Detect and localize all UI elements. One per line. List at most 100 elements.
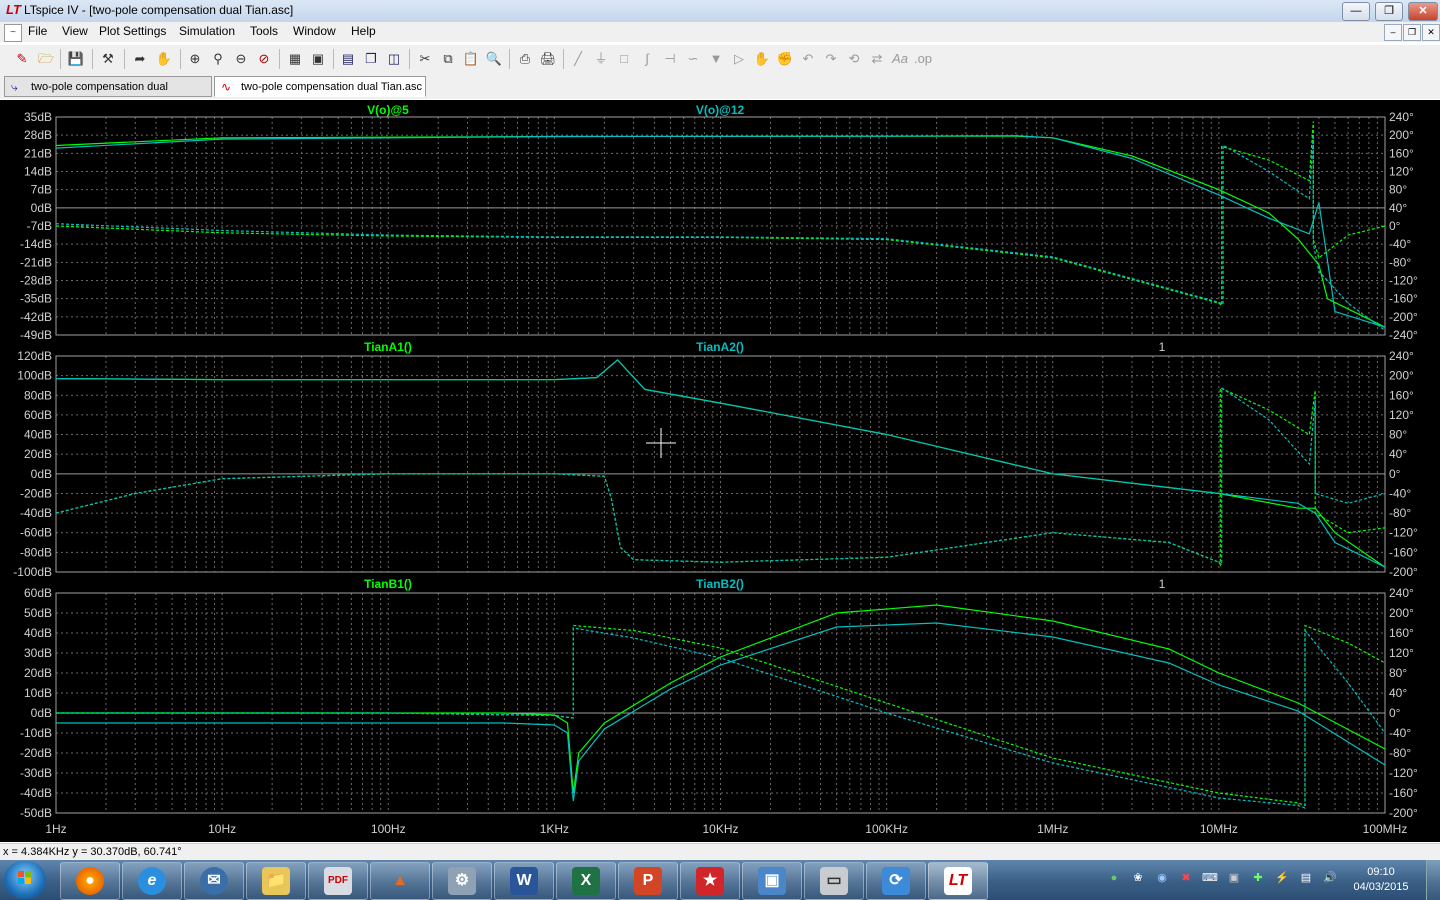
maximize-button[interactable]: ❐: [1375, 2, 1403, 21]
status-bar: x = 4.384KHz y = 30.370dB, 60.741°: [0, 843, 1440, 861]
y-tick-label-right: -80°: [1389, 746, 1411, 760]
control-panel-icon[interactable]: ⚒: [98, 49, 118, 69]
waveform-plot[interactable]: 35dB 28dB 21dB 14dB 7dB 0dB -7dB -14dB -21dB -28d…: [0, 100, 1440, 842]
close-button[interactable]: ✕: [1408, 2, 1438, 21]
tile-horizontal-icon[interactable]: ▤: [338, 49, 358, 69]
rotate-icon[interactable]: ⟲: [844, 49, 864, 69]
taskbar-word[interactable]: W: [494, 862, 554, 900]
zoom-in-icon[interactable]: ⊕: [185, 49, 205, 69]
globe-icon[interactable]: ◉: [1154, 870, 1170, 886]
cascade-icon[interactable]: ❐: [361, 49, 381, 69]
y-tick-label-right: 240°: [1389, 349, 1414, 363]
taskbar-powerpoint[interactable]: P: [618, 862, 678, 900]
move-icon[interactable]: ✋: [752, 49, 772, 69]
menu-window[interactable]: Window: [293, 24, 336, 38]
redo-icon[interactable]: ↷: [821, 49, 841, 69]
y-tick-label-right: 80°: [1389, 428, 1407, 442]
add-icon[interactable]: ✚: [1250, 870, 1266, 886]
cut-icon[interactable]: ✂: [415, 49, 435, 69]
new-schematic-icon[interactable]: ✎: [12, 49, 32, 69]
minimize-button[interactable]: —: [1342, 2, 1370, 21]
zoom-out-icon[interactable]: ⊖: [231, 49, 251, 69]
wire-icon[interactable]: ╱: [568, 49, 588, 69]
open-icon[interactable]: 🗁: [36, 49, 56, 69]
menu-plot-settings[interactable]: Plot Settings: [99, 24, 166, 38]
print-preview-icon[interactable]: ⎙: [515, 49, 535, 69]
taskbar-firefox[interactable]: ●: [60, 862, 120, 900]
waveform-icon[interactable]: ~: [4, 24, 22, 42]
file-explorer-icon: 📁: [262, 867, 290, 895]
antivirus-icon[interactable]: ✖: [1178, 870, 1194, 886]
cursor-readout: x = 4.384KHz y = 30.370dB, 60.741°: [3, 846, 182, 858]
taskbar-windows-update[interactable]: ⟳: [866, 862, 926, 900]
y-tick-label-left: 35dB: [24, 110, 52, 124]
taskbar-ltspice[interactable]: LT: [928, 862, 988, 900]
run-icon[interactable]: ➦: [130, 49, 150, 69]
save-icon[interactable]: 💾: [66, 49, 86, 69]
taskbar-control-panel[interactable]: ▣: [742, 862, 802, 900]
zoom-cancel-icon[interactable]: ⊘: [254, 49, 274, 69]
taskbar-excel[interactable]: X: [556, 862, 616, 900]
taskbar-matlab[interactable]: ▲: [370, 862, 430, 900]
pane-border: [55, 355, 1386, 573]
matlab-icon: ▲: [392, 872, 408, 889]
y-tick-label-left: -20dB: [20, 486, 52, 500]
mirror-icon[interactable]: ⇄: [867, 49, 887, 69]
paste-icon[interactable]: 📋: [461, 49, 481, 69]
volume-icon[interactable]: 🔊: [1322, 870, 1338, 886]
taskbar-pdf[interactable]: PDF: [308, 862, 368, 900]
usb-icon[interactable]: ⚡: [1274, 870, 1290, 886]
taskbar-thunderbird[interactable]: ✉: [184, 862, 244, 900]
halt-icon[interactable]: ✋: [154, 49, 174, 69]
component-icon[interactable]: ▷: [729, 49, 749, 69]
system-clock[interactable]: 09:10 04/03/2015: [1352, 865, 1410, 895]
y-tick-label-right: 160°: [1389, 626, 1414, 640]
ground-icon[interactable]: ⏚: [591, 49, 611, 69]
y-tick-label-left: 60dB: [24, 408, 52, 422]
autorange-icon[interactable]: ▦: [285, 49, 305, 69]
y-tick-label-left: -80dB: [20, 545, 52, 559]
resistor-icon[interactable]: ∫: [637, 49, 657, 69]
fit-icon[interactable]: ▣: [308, 49, 328, 69]
network-share-icon[interactable]: ❀: [1130, 870, 1146, 886]
mdi-minimize-button[interactable]: –: [1384, 24, 1402, 41]
tray-icon[interactable]: ●: [1106, 870, 1122, 886]
spice-directive-icon[interactable]: .op: [913, 49, 933, 69]
y-tick-label-left: 28dB: [24, 128, 52, 142]
show-desktop-button[interactable]: [1426, 860, 1440, 900]
menu-tools[interactable]: Tools: [250, 24, 278, 38]
network-icon[interactable]: ▤: [1298, 870, 1314, 886]
start-button[interactable]: [4, 861, 46, 899]
taskbar-ie[interactable]: e: [122, 862, 182, 900]
keyboard-icon[interactable]: ⌨: [1202, 870, 1218, 886]
zoom-area-icon[interactable]: ⚲: [208, 49, 228, 69]
mdi-restore-button[interactable]: ❐: [1403, 24, 1421, 41]
menu-view[interactable]: View: [62, 24, 88, 38]
y-tick-label-right: 200°: [1389, 369, 1414, 383]
mdi-close-button[interactable]: ✕: [1422, 24, 1440, 41]
undo-icon[interactable]: ↶: [798, 49, 818, 69]
pdf-icon: PDF: [324, 867, 352, 895]
inductor-icon[interactable]: ∽: [683, 49, 703, 69]
tab-schematic[interactable]: ⤷ two-pole compensation dual Tian.asc: [4, 76, 212, 113]
taskbar-mouse[interactable]: ▭: [804, 862, 864, 900]
tab-waveform[interactable]: ∿ two-pole compensation dual Tian.asc: [214, 76, 426, 97]
taskbar-tool[interactable]: ⚙: [432, 862, 492, 900]
find-icon[interactable]: 🔍: [484, 49, 504, 69]
menu-help[interactable]: Help: [351, 24, 376, 38]
menu-simulation[interactable]: Simulation: [179, 24, 235, 38]
copy-icon[interactable]: ⧉: [438, 49, 458, 69]
taskbar-star-app[interactable]: ★: [680, 862, 740, 900]
menu-file[interactable]: File: [28, 24, 47, 38]
taskbar-explorer[interactable]: 📁: [246, 862, 306, 900]
tile-vertical-icon[interactable]: ◫: [384, 49, 404, 69]
label-icon[interactable]: □: [614, 49, 634, 69]
diode-icon[interactable]: ▼: [706, 49, 726, 69]
capacitor-icon[interactable]: ⊣: [660, 49, 680, 69]
drag-icon[interactable]: ✊: [775, 49, 795, 69]
display-icon[interactable]: ▣: [1226, 870, 1242, 886]
print-icon[interactable]: 🖨: [538, 49, 558, 69]
y-tick-label-left: 0dB: [31, 201, 52, 215]
text-icon[interactable]: Aa: [890, 49, 910, 69]
toolbar: ✎ 🗁 💾 ⚒ ➦ ✋ ⊕ ⚲ ⊖ ⊘ ▦ ▣ ▤ ❐ ◫ ✂ ⧉ 📋 🔍 ⎙ …: [0, 44, 1440, 74]
